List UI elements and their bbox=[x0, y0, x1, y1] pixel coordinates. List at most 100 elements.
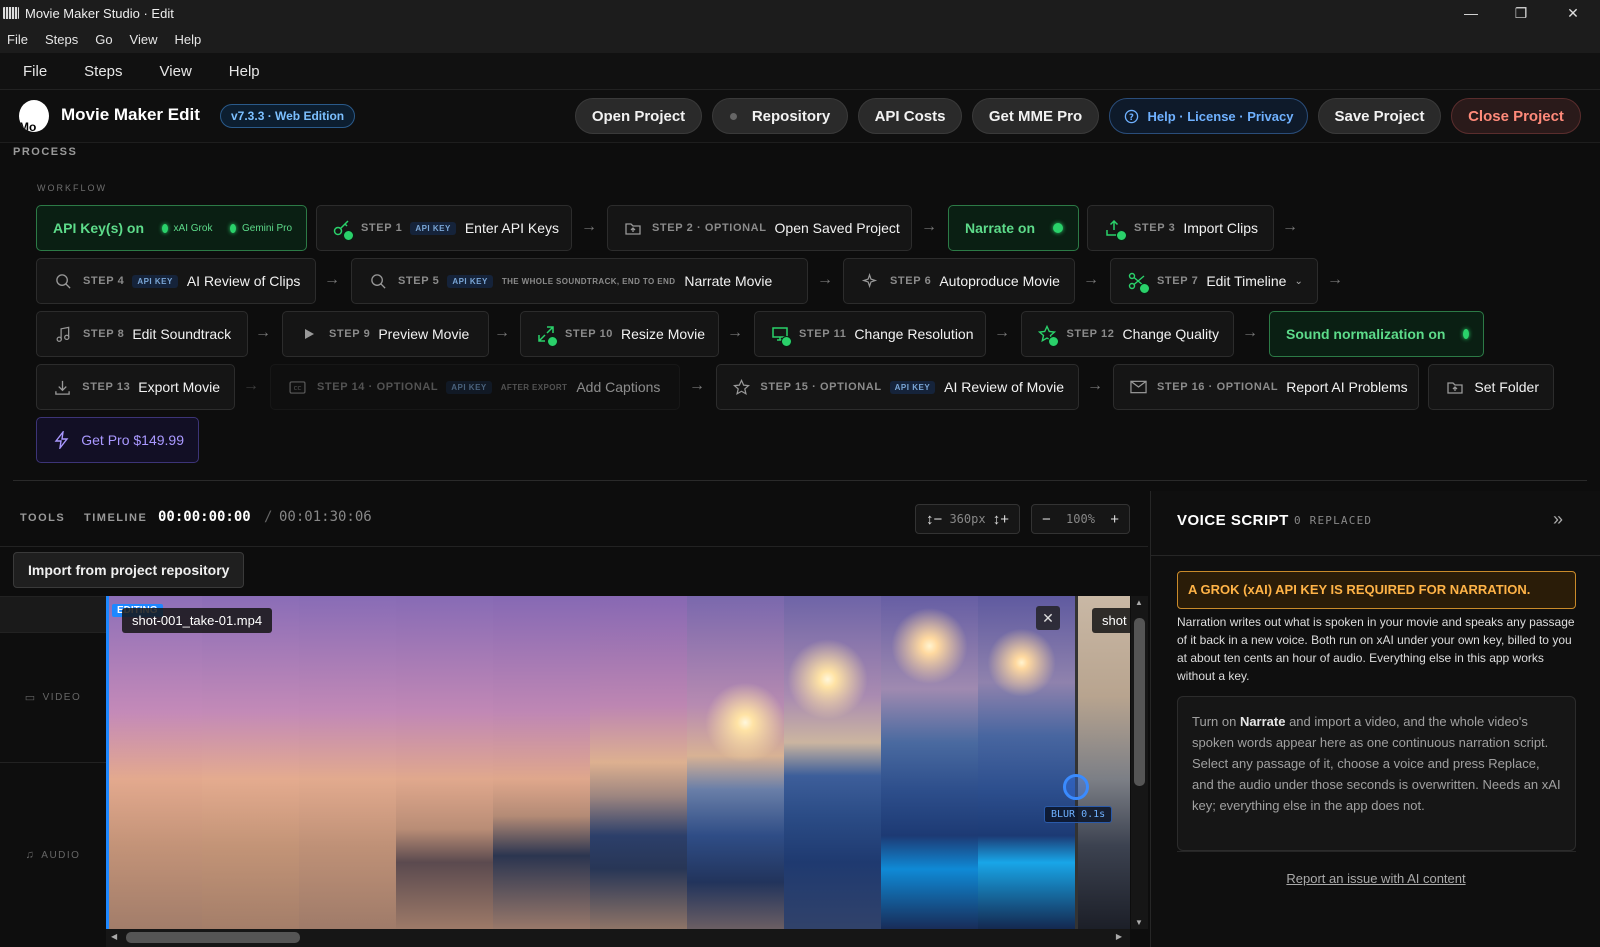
step-11-change-resolution[interactable]: STEP 11 Change Resolution bbox=[754, 311, 986, 357]
app-icon bbox=[3, 7, 19, 19]
step-label: AI Review of Clips bbox=[186, 273, 301, 289]
video-track-header: ▭ VIDEO bbox=[0, 632, 106, 762]
arrow-icon: → bbox=[1282, 218, 1298, 235]
scrollbar-thumb[interactable] bbox=[126, 932, 300, 943]
step-2-open-saved-project[interactable]: STEP 2 · OPTIONAL Open Saved Project bbox=[607, 205, 912, 251]
scroll-down-icon[interactable]: ▼ bbox=[1135, 918, 1143, 927]
close-project-button[interactable]: Close Project bbox=[1451, 98, 1581, 134]
step-1-enter-api-keys[interactable]: STEP 1 API KEY Enter API Keys bbox=[316, 205, 572, 251]
minimize-button[interactable]: — bbox=[1446, 0, 1496, 26]
playhead[interactable] bbox=[106, 596, 109, 929]
close-project-label: Close Project bbox=[1468, 107, 1564, 125]
step-number: STEP 15 · OPTIONAL bbox=[760, 381, 882, 393]
app-menu-steps[interactable]: Steps bbox=[84, 63, 122, 80]
timeline-horizontal-scrollbar[interactable]: ◀ ▶ bbox=[106, 929, 1130, 947]
arrow-icon: → bbox=[324, 271, 340, 288]
zoom-in-icon[interactable]: + bbox=[1110, 511, 1119, 528]
logo-text: Mo bbox=[19, 120, 37, 132]
menu-steps[interactable]: Steps bbox=[45, 32, 78, 47]
step-4-ai-review-clips[interactable]: STEP 4 API KEY AI Review of Clips bbox=[36, 258, 316, 304]
sound-normalization-label: Sound normalization on bbox=[1286, 326, 1446, 342]
step-6-autoproduce-movie[interactable]: STEP 6 Autoproduce Movie bbox=[843, 258, 1075, 304]
clip-frame bbox=[202, 596, 299, 929]
save-project-button[interactable]: Save Project bbox=[1318, 98, 1441, 134]
monitor-icon bbox=[771, 324, 792, 347]
step-10-resize-movie[interactable]: STEP 10 Resize Movie bbox=[520, 311, 719, 357]
arrow-icon: → bbox=[255, 324, 271, 341]
help-label: Help · License · Privacy bbox=[1147, 108, 1294, 124]
step-hint: AFTER EXPORT bbox=[500, 382, 568, 392]
total-timecode: 00:01:30:06 bbox=[279, 509, 372, 525]
scroll-left-icon[interactable]: ◀ bbox=[111, 932, 117, 941]
menu-go[interactable]: Go bbox=[95, 32, 112, 47]
report-ai-issue-link[interactable]: Report an issue with AI content bbox=[1151, 871, 1600, 886]
video-camera-icon: ▭ bbox=[24, 692, 37, 704]
collapse-panel-icon[interactable]: » bbox=[1553, 509, 1563, 530]
get-pro-button[interactable]: Get Pro $149.99 bbox=[36, 417, 199, 463]
step-number: STEP 3 bbox=[1134, 222, 1176, 234]
sound-normalization-toggle[interactable]: Sound normalization on bbox=[1269, 311, 1484, 357]
video-clip-strip[interactable]: EDITING shot-001_take-01.mp4 ✕ shot BLUR… bbox=[106, 596, 1130, 929]
step-number: STEP 9 bbox=[329, 328, 371, 340]
step-14-add-captions[interactable]: CC STEP 14 · OPTIONAL API KEY AFTER EXPO… bbox=[270, 364, 680, 410]
step-label: Edit Soundtrack bbox=[132, 326, 232, 342]
maximize-button[interactable]: ❐ bbox=[1496, 0, 1546, 26]
step-8-edit-soundtrack[interactable]: STEP 8 Edit Soundtrack bbox=[36, 311, 248, 357]
app-menu-help[interactable]: Help bbox=[229, 63, 260, 80]
step-13-export-movie[interactable]: STEP 13 Export Movie bbox=[36, 364, 235, 410]
scroll-right-icon[interactable]: ▶ bbox=[1116, 932, 1122, 941]
close-window-button[interactable]: ✕ bbox=[1548, 0, 1598, 26]
menu-file[interactable]: File bbox=[7, 32, 28, 47]
open-project-button[interactable]: Open Project bbox=[575, 98, 702, 134]
step-5-narrate-movie[interactable]: STEP 5 API KEY THE WHOLE SOUNDTRACK, END… bbox=[351, 258, 808, 304]
step-7-edit-timeline[interactable]: STEP 7 Edit Timeline ⌄ bbox=[1110, 258, 1318, 304]
svg-text:CC: CC bbox=[293, 385, 301, 391]
key-xai-label: xAI Grok bbox=[173, 222, 213, 234]
repository-button[interactable]: Repository bbox=[712, 98, 848, 134]
zoom-control: − 100% + bbox=[1031, 504, 1130, 534]
scrollbar-thumb[interactable] bbox=[1134, 618, 1145, 786]
app-menu-view[interactable]: View bbox=[160, 63, 192, 80]
timeline-vertical-scrollbar[interactable]: ▲ ▼ bbox=[1131, 596, 1148, 929]
menu-help[interactable]: Help bbox=[175, 32, 202, 47]
step-3-import-clips[interactable]: STEP 3 Import Clips bbox=[1087, 205, 1274, 251]
audio-track-label: AUDIO bbox=[41, 849, 81, 861]
transition-handle[interactable] bbox=[1063, 774, 1089, 800]
step-9-preview-movie[interactable]: STEP 9 Preview Movie bbox=[282, 311, 489, 357]
zoom-out-icon[interactable]: − bbox=[1042, 511, 1051, 528]
app-menu-file[interactable]: File bbox=[23, 63, 47, 80]
key-gemini-label: Gemini Pro bbox=[241, 222, 292, 234]
api-keys-toggle[interactable]: API Key(s) on xAI Grok Gemini Pro bbox=[36, 205, 307, 251]
version-badge: v7.3.3 · Web Edition bbox=[220, 104, 356, 128]
track-headers: ▭ VIDEO ♫ AUDIO bbox=[0, 596, 106, 947]
help-license-privacy-button[interactable]: ? Help · License · Privacy bbox=[1109, 98, 1308, 134]
search-icon bbox=[368, 271, 388, 291]
step-12-change-quality[interactable]: STEP 12 Change Quality bbox=[1021, 311, 1234, 357]
play-icon bbox=[299, 324, 319, 344]
get-pro-label: Get Pro $149.99 bbox=[81, 432, 184, 448]
step-16-report-ai-problems[interactable]: STEP 16 · OPTIONAL Report AI Problems bbox=[1113, 364, 1419, 410]
api-costs-button[interactable]: API Costs bbox=[858, 98, 962, 134]
menu-view[interactable]: View bbox=[130, 32, 158, 47]
track-height-value: 360px bbox=[949, 512, 986, 526]
step-15-ai-review-movie[interactable]: STEP 15 · OPTIONAL API KEY AI Review of … bbox=[716, 364, 1079, 410]
video-track-label: VIDEO bbox=[42, 692, 82, 703]
voice-script-panel: VOICE SCRIPT 0 REPLACED » A GROK (xAI) A… bbox=[1150, 491, 1600, 947]
api-costs-label: API Costs bbox=[874, 107, 946, 125]
scroll-up-icon[interactable]: ▲ bbox=[1135, 598, 1143, 607]
audio-track-header: ♫ AUDIO bbox=[0, 762, 106, 947]
api-key-badge: API KEY bbox=[889, 380, 936, 394]
close-clip-icon[interactable]: ✕ bbox=[1036, 606, 1060, 630]
decrease-height-icon[interactable]: ↕− bbox=[926, 511, 942, 528]
arrow-icon: → bbox=[494, 324, 510, 341]
step-number: STEP 12 bbox=[1066, 328, 1115, 340]
step-number: STEP 5 bbox=[398, 275, 440, 287]
step-number: STEP 13 bbox=[82, 381, 131, 393]
set-folder-button[interactable]: Set Folder bbox=[1428, 364, 1554, 410]
increase-height-icon[interactable]: ↕+ bbox=[993, 511, 1009, 528]
step-label: Change Resolution bbox=[854, 326, 974, 342]
narrate-toggle[interactable]: Narrate on bbox=[948, 205, 1079, 251]
status-dot-icon bbox=[1463, 329, 1469, 339]
get-mme-pro-button[interactable]: Get MME Pro bbox=[972, 98, 1099, 134]
import-from-repository-button[interactable]: Import from project repository bbox=[13, 552, 245, 588]
